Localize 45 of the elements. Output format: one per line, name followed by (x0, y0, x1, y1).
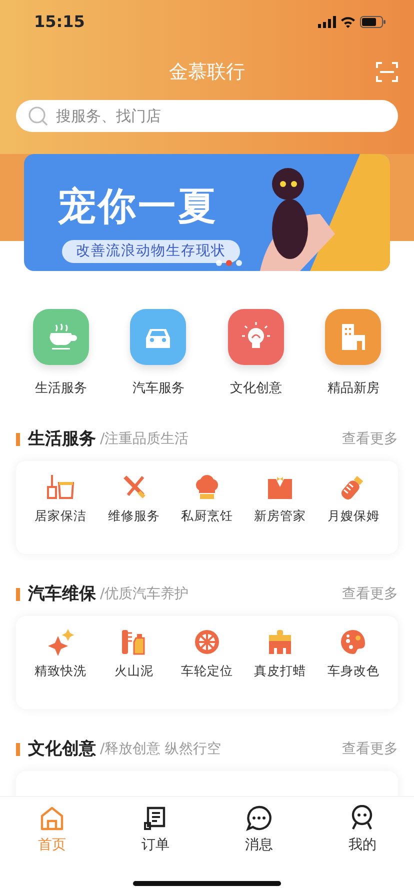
category-item[interactable]: 生活服务 (12, 309, 110, 398)
service-item[interactable]: 居家保洁 (24, 472, 98, 554)
signal-icon (318, 16, 336, 28)
service-item[interactable]: 维修服务 (97, 472, 170, 554)
service-item[interactable]: 精致快洗 (24, 628, 98, 708)
banner-headline: 宠你一夏 (58, 183, 218, 230)
chat-bubble-icon (246, 805, 272, 831)
service-item[interactable]: 私厨烹饪 (170, 472, 244, 554)
section-marker (16, 588, 20, 601)
chef-hat-icon (193, 472, 221, 500)
category-item[interactable]: 汽车服务 (110, 309, 207, 398)
section-subtitle: /优质汽车养护 (100, 585, 189, 604)
wheel-icon (193, 628, 221, 656)
category-item[interactable]: 文化创意 (207, 309, 304, 398)
tab-bar-item[interactable]: 订单 (104, 805, 207, 896)
tab-bar-item[interactable]: 我的 (310, 805, 414, 896)
section-subtitle: /注重品质生活 (100, 430, 189, 449)
wifi-icon (340, 16, 356, 28)
banner-caption: 改善流浪动物生存现状 (62, 240, 240, 263)
section-title: 生活服务 (28, 428, 96, 451)
service-item[interactable]: 车身改色 (316, 628, 390, 708)
section-title: 汽车维保 (28, 582, 96, 606)
battery-icon (360, 16, 386, 28)
service-item[interactable]: 新房管家 (244, 472, 317, 554)
service-item[interactable]: 火山泥 (97, 628, 170, 708)
section-marker (16, 743, 20, 756)
carousel-dot[interactable] (236, 260, 242, 266)
section-marker (16, 433, 20, 446)
category-item[interactable]: 精品新房 (304, 309, 402, 398)
brush-bottle-icon (120, 628, 148, 656)
home-icon (38, 805, 65, 831)
service-item[interactable]: 月嫂保姆 (316, 472, 390, 554)
section-subtitle: /释放创意 纵然行空 (100, 740, 222, 759)
service-item[interactable]: 车轮定位 (170, 628, 244, 708)
tab-bar-item[interactable]: 消息 (207, 805, 310, 896)
section-title: 文化创意 (28, 738, 96, 761)
bucket-icon (46, 472, 75, 500)
search-field[interactable]: 搜服务、找门店 (16, 100, 398, 132)
palette-icon (339, 628, 368, 656)
scan-icon[interactable] (376, 61, 398, 83)
service-item[interactable]: 真皮打蜡 (244, 628, 317, 708)
app-title: 金慕联行 (169, 60, 245, 85)
status-time: 15:15 (34, 11, 85, 33)
sparkle-icon (46, 628, 75, 656)
search-icon (28, 106, 48, 126)
